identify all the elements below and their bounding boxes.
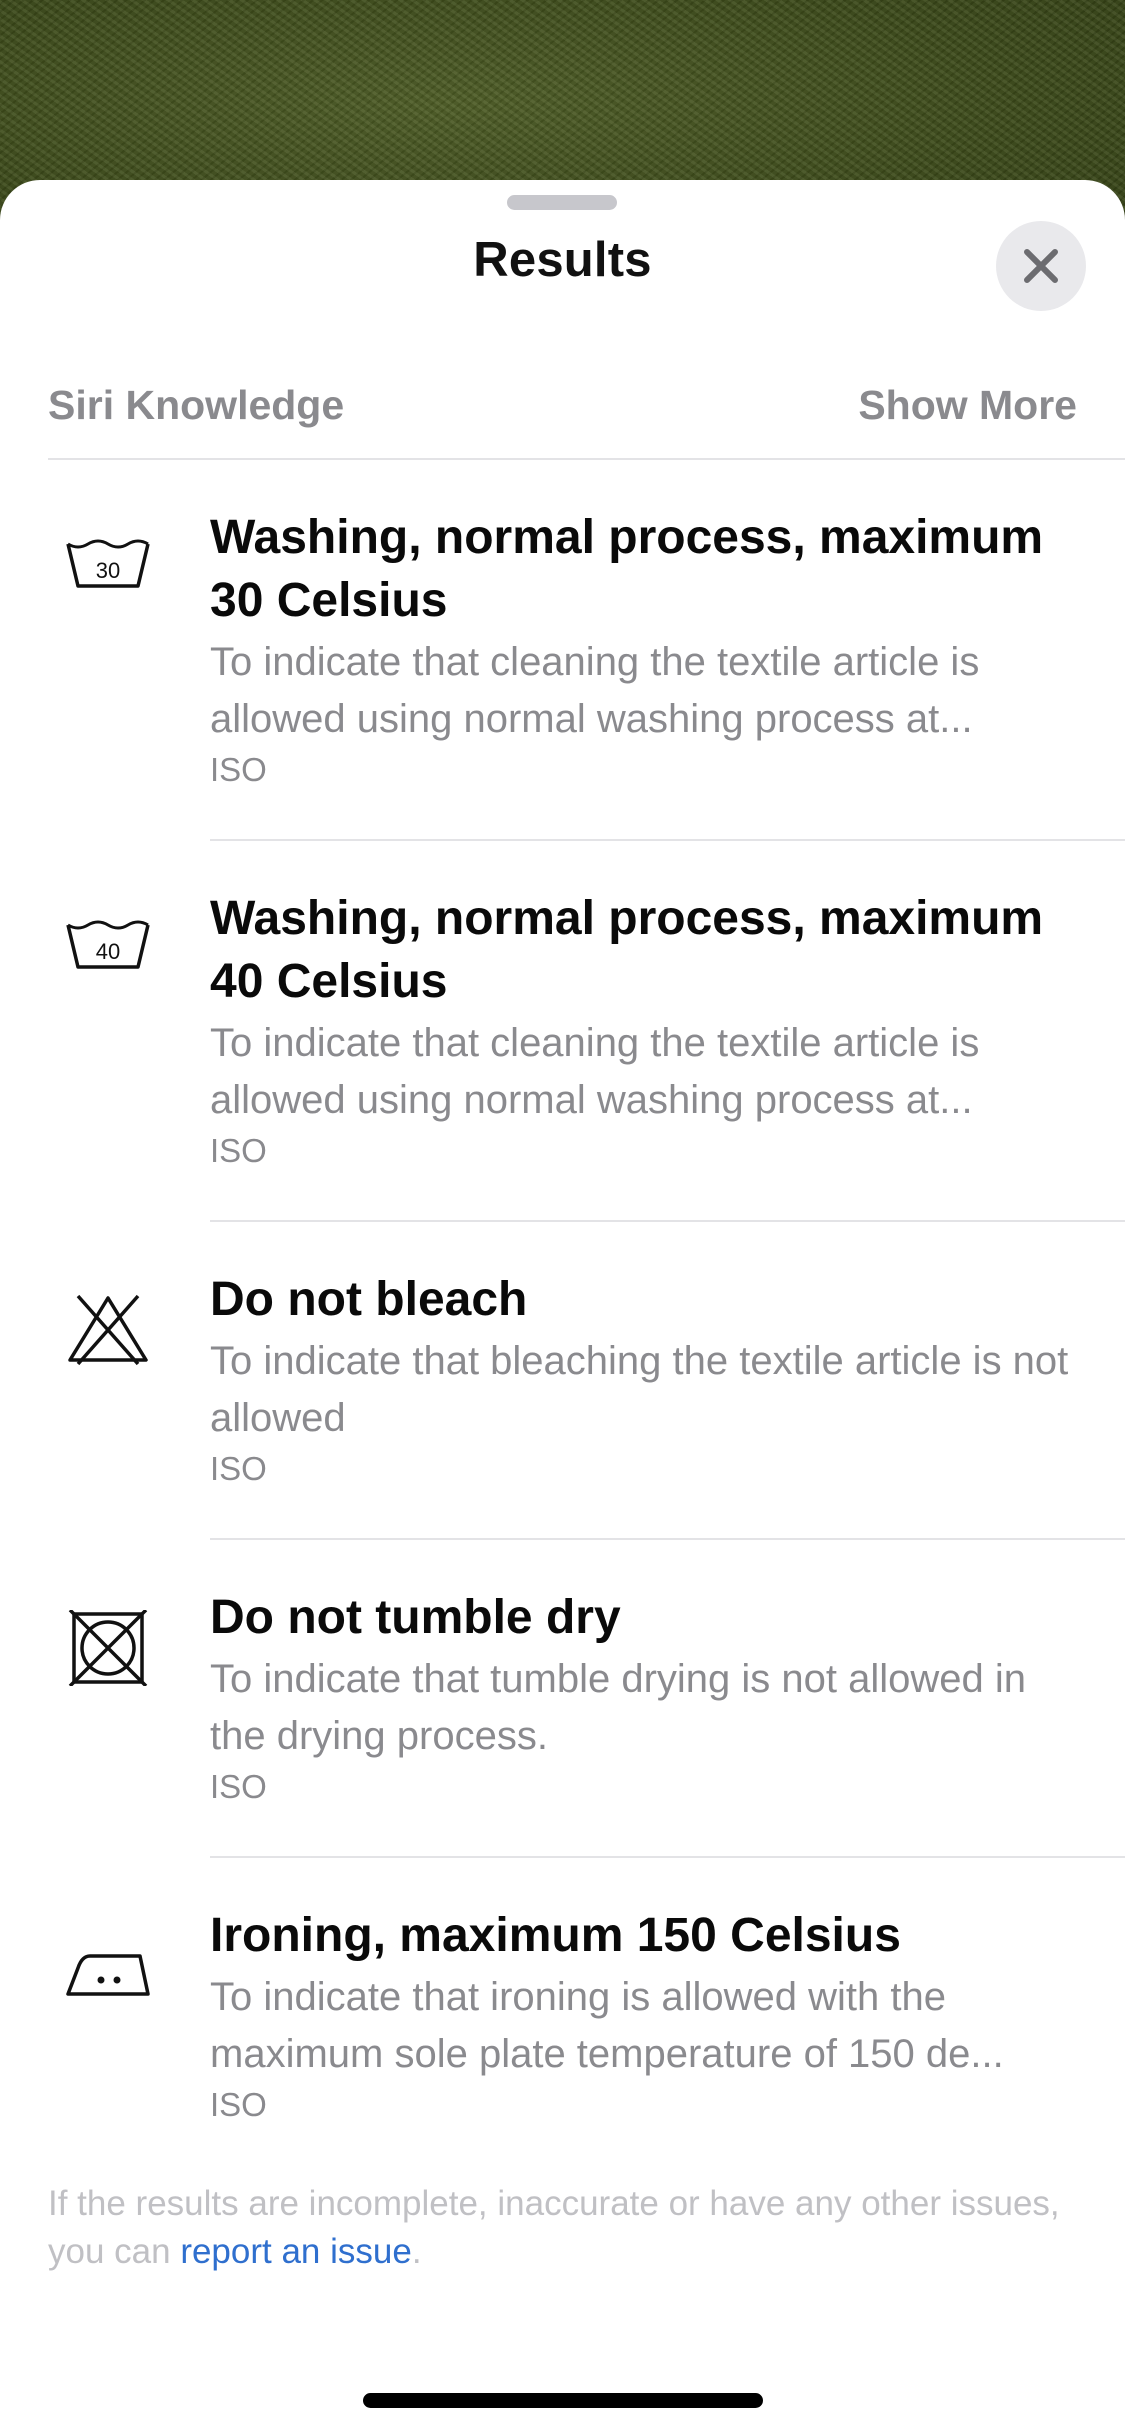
svg-text:30: 30 (96, 558, 120, 583)
result-row[interactable]: Do not bleach To indicate that bleaching… (0, 1222, 1125, 1540)
result-source: ISO (210, 1132, 267, 1169)
do-not-bleach-icon (68, 1294, 148, 1366)
wash-30-icon: 30 (66, 539, 150, 588)
result-title: Washing, normal process, maximum 40 Cels… (210, 892, 1044, 1008)
result-row[interactable]: 30 Washing, normal process, maximum 30 C… (0, 460, 1125, 841)
result-description: To indicate that bleaching the textile a… (210, 1339, 1069, 1440)
result-title: Ironing, maximum 150 Celsius (210, 1909, 901, 1962)
section-header: Siri Knowledge Show More (48, 380, 1077, 430)
home-indicator[interactable] (363, 2393, 763, 2408)
result-source: ISO (210, 1768, 267, 1805)
close-button[interactable] (996, 221, 1086, 311)
sheet-title: Results (473, 233, 652, 287)
section-title: Siri Knowledge (48, 381, 345, 428)
show-more-button[interactable]: Show More (858, 382, 1077, 429)
result-row[interactable]: Ironing, maximum 150 Celsius To indicate… (0, 1858, 1125, 2176)
result-row[interactable]: 40 Washing, normal process, maximum 40 C… (0, 841, 1125, 1222)
result-row[interactable]: Do not tumble dry To indicate that tumbl… (0, 1540, 1125, 1858)
iron-icon (66, 1954, 150, 1996)
result-description: To indicate that cleaning the textile ar… (210, 640, 980, 741)
result-description: To indicate that ironing is allowed with… (210, 1975, 1004, 2076)
result-title: Do not bleach (210, 1273, 528, 1326)
svg-text:40: 40 (96, 939, 120, 964)
result-title: Do not tumble dry (210, 1591, 621, 1644)
do-not-tumble-dry-icon (68, 1610, 148, 1686)
result-title: Washing, normal process, maximum 30 Cels… (210, 511, 1044, 627)
results-list: 30 Washing, normal process, maximum 30 C… (0, 460, 1125, 2176)
footer-period: . (411, 2232, 422, 2271)
wash-40-icon: 40 (66, 920, 150, 969)
result-description: To indicate that cleaning the textile ar… (210, 1021, 980, 1122)
sheet-grabber[interactable] (507, 195, 617, 210)
result-description: To indicate that tumble drying is not al… (210, 1657, 1027, 1758)
close-icon (1024, 249, 1058, 283)
report-footer: If the results are incomplete, inaccurat… (48, 2180, 1077, 2276)
report-issue-link[interactable]: report an issue (180, 2232, 412, 2271)
results-sheet: Results Siri Knowledge Show More 30 Wash… (0, 180, 1125, 2436)
result-source: ISO (210, 1450, 267, 1487)
result-source: ISO (210, 751, 267, 788)
result-source: ISO (210, 2086, 267, 2123)
